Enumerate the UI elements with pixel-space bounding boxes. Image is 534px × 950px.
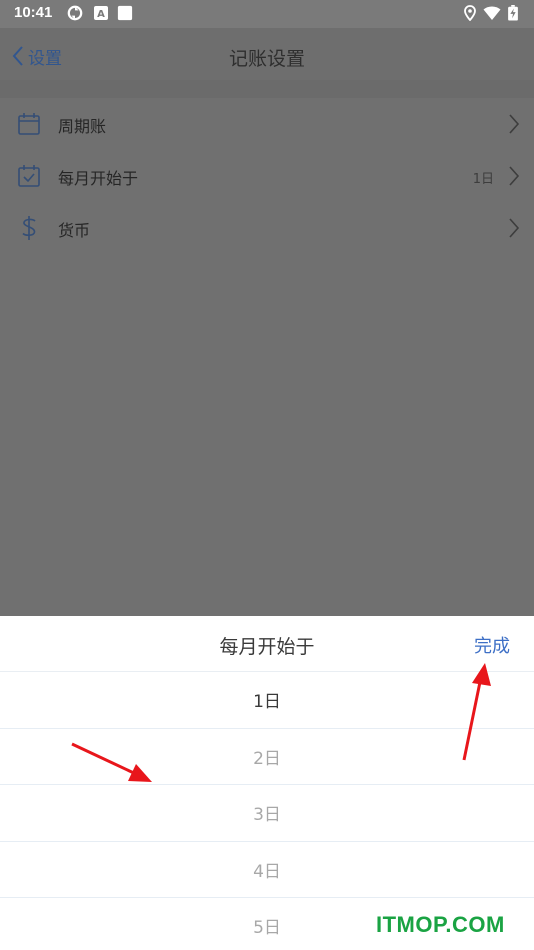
calendar-check-icon [18, 165, 40, 187]
section-divider [0, 80, 534, 98]
sync-icon [67, 5, 83, 21]
settings-item-label: 货币 [58, 221, 91, 240]
chevron-right-icon [509, 166, 520, 186]
picker-option[interactable]: 3日 [0, 785, 534, 842]
picker-option[interactable]: 4日 [0, 842, 534, 898]
done-button[interactable]: 完成 [474, 632, 510, 658]
settings-item-currency[interactable]: 货币 [0, 202, 534, 254]
status-bar: 10:41 A [0, 0, 534, 28]
picker-title: 每月开始于 [219, 636, 315, 658]
app-header: 设置 记账设置 [0, 28, 534, 80]
battery-charging-icon [508, 5, 518, 21]
settings-item-label: 每月开始于 [58, 169, 139, 188]
picker-option-selected[interactable]: 1日 [0, 672, 534, 729]
watermark: ITMOP.COM [376, 912, 505, 937]
picker-sheet: 每月开始于 完成 1日 2日 3日 4日 5日 [0, 616, 534, 950]
location-icon [464, 5, 476, 21]
picker-header: 每月开始于 完成 [0, 616, 534, 672]
svg-text:A: A [97, 9, 105, 20]
chevron-right-icon [509, 218, 520, 238]
picker-option[interactable]: 2日 [0, 729, 534, 785]
settings-item-label: 周期账 [58, 117, 107, 136]
square-notification-icon [117, 5, 133, 21]
calendar-icon [18, 113, 40, 135]
settings-item-cycle-account[interactable]: 周期账 [0, 98, 534, 150]
status-time: 10:41 [14, 4, 53, 21]
keyboard-a-icon: A [94, 6, 108, 20]
settings-list: 周期账 每月开始于 1日 货币 [0, 98, 534, 254]
settings-item-month-start[interactable]: 每月开始于 1日 [0, 150, 534, 202]
page-title: 记账设置 [228, 48, 305, 70]
settings-item-value: 1日 [472, 172, 494, 187]
chevron-right-icon [509, 114, 520, 134]
picker-options[interactable]: 1日 2日 3日 4日 5日 [0, 672, 534, 950]
dollar-icon [22, 216, 36, 240]
wifi-icon [483, 6, 501, 20]
